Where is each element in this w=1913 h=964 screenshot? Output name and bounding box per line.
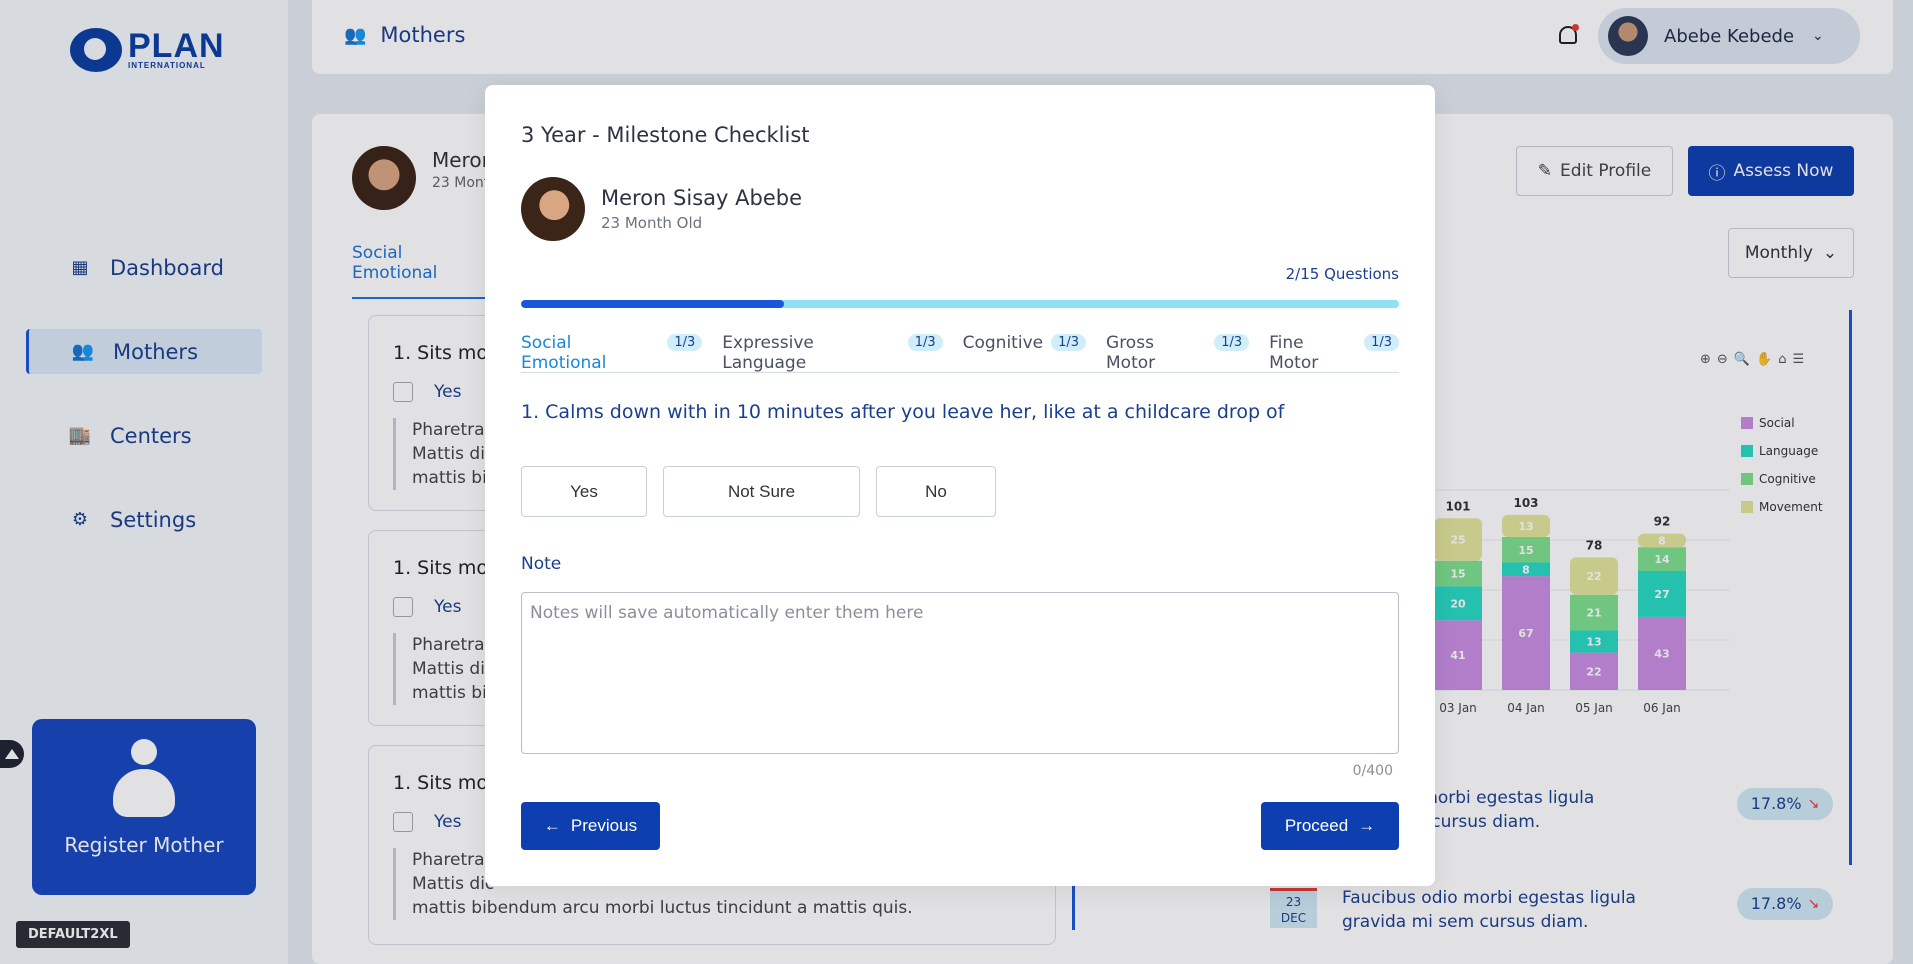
tab-count-badge: 1/3 <box>667 334 703 351</box>
milestone-checklist-modal: 3 Year - Milestone Checklist Meron Sisay… <box>485 85 1435 886</box>
modal-title: 3 Year - Milestone Checklist <box>521 123 810 147</box>
tab-count-badge: 1/3 <box>907 334 943 351</box>
tab-cognitive[interactable]: Cognitive 1/3 <box>963 333 1087 372</box>
previous-button[interactable]: ← Previous <box>521 802 660 850</box>
char-counter: 0/400 <box>1352 763 1393 779</box>
child-name: Meron Sisay Abebe <box>601 186 802 210</box>
tab-expressive-language[interactable]: Expressive Language 1/3 <box>722 333 943 373</box>
arrow-left-icon: ← <box>543 816 561 835</box>
tab-gross-motor[interactable]: Gross Motor 1/3 <box>1106 333 1250 373</box>
tab-social-emotional[interactable]: Social Emotional 1/3 <box>521 333 703 373</box>
answer-no-button[interactable]: No <box>876 466 996 517</box>
avatar <box>521 177 585 241</box>
note-textarea[interactable] <box>521 592 1399 754</box>
tab-fine-motor[interactable]: Fine Motor 1/3 <box>1269 333 1399 373</box>
answer-yes-button[interactable]: Yes <box>521 466 647 517</box>
category-tabs: Social Emotional 1/3 Expressive Language 1… <box>521 333 1399 373</box>
tab-count-badge: 1/3 <box>1051 334 1087 351</box>
child-age: 23 Month Old <box>601 214 703 232</box>
question-count: 2/15 Questions <box>1285 265 1399 283</box>
tab-count-badge: 1/3 <box>1364 334 1399 351</box>
proceed-button[interactable]: Proceed → <box>1261 802 1399 850</box>
note-label: Note <box>521 554 562 574</box>
question-progress-bar <box>521 300 1399 308</box>
answer-not-sure-button[interactable]: Not Sure <box>663 466 860 517</box>
arrow-right-icon: → <box>1358 816 1376 835</box>
question-text: 1. Calms down with in 10 minutes after y… <box>521 401 1285 423</box>
tab-count-badge: 1/3 <box>1214 334 1250 351</box>
progress-fill <box>521 300 785 308</box>
